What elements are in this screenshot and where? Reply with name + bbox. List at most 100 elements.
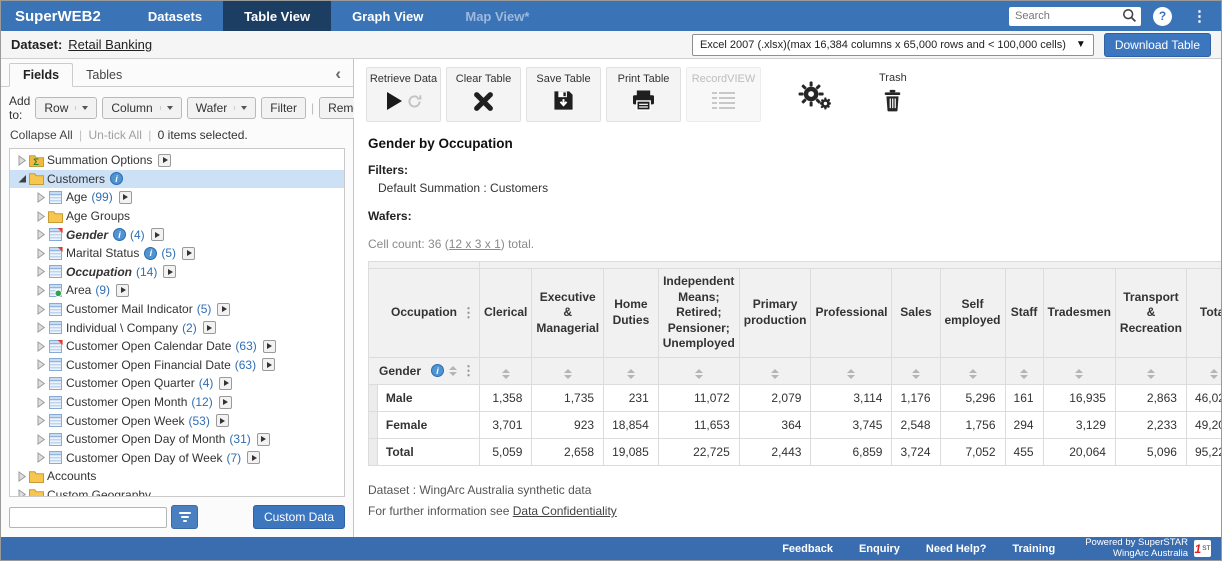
data-confidentiality-link[interactable]: Data Confidentiality xyxy=(513,504,617,518)
enquiry-link[interactable]: Enquiry xyxy=(859,543,900,555)
tree-item-customer-open-week[interactable]: Customer Open Week(53) xyxy=(10,411,344,430)
cell-count-link[interactable]: 12 x 3 x 1 xyxy=(449,237,501,251)
add-to-filter-button[interactable]: Filter xyxy=(261,97,306,119)
print-table-button[interactable]: Print Table xyxy=(606,67,681,122)
sort-icon[interactable] xyxy=(502,369,510,379)
drill-arrow-icon[interactable] xyxy=(262,358,275,371)
column-menu-icon[interactable]: ⋮ xyxy=(462,306,475,319)
sort-icon[interactable] xyxy=(564,369,572,379)
filter-fields-icon[interactable] xyxy=(171,505,198,529)
drill-arrow-icon[interactable] xyxy=(219,396,232,409)
drill-arrow-icon[interactable] xyxy=(119,191,132,204)
expand-caret-icon[interactable] xyxy=(34,378,47,389)
expand-caret-icon[interactable] xyxy=(34,359,47,370)
tree-item-customer-open-day-of-week[interactable]: Customer Open Day of Week(7) xyxy=(10,449,344,468)
expand-caret-icon[interactable] xyxy=(34,341,47,352)
chevron-down-icon[interactable] xyxy=(234,106,247,110)
tree-item-customer-open-financial-date[interactable]: Customer Open Financial Date(63) xyxy=(10,356,344,375)
expand-caret-icon[interactable] xyxy=(34,229,47,240)
col-header-total[interactable]: Total xyxy=(1186,269,1221,358)
tree-item-customer-open-month[interactable]: Customer Open Month(12) xyxy=(10,393,344,412)
sort-icon[interactable] xyxy=(1020,369,1028,379)
expand-caret-icon[interactable] xyxy=(34,211,47,222)
sort-icon[interactable] xyxy=(912,369,920,379)
chevron-down-icon[interactable] xyxy=(160,106,173,110)
tree-item-area[interactable]: Area(9) xyxy=(10,281,344,300)
tree-item-customer-open-calendar-date[interactable]: Customer Open Calendar Date(63) xyxy=(10,337,344,356)
training-link[interactable]: Training xyxy=(1012,543,1055,555)
tab-table-view[interactable]: Table View xyxy=(223,1,331,31)
dataset-name-link[interactable]: Retail Banking xyxy=(68,37,152,52)
drill-arrow-icon[interactable] xyxy=(158,154,171,167)
sort-icon[interactable] xyxy=(847,369,855,379)
expand-caret-icon[interactable] xyxy=(34,192,47,203)
col-header-sales[interactable]: Sales xyxy=(892,269,940,358)
info-icon[interactable]: i xyxy=(113,228,126,241)
drill-arrow-icon[interactable] xyxy=(219,377,232,390)
expand-caret-icon[interactable] xyxy=(34,434,47,445)
expand-caret-icon[interactable] xyxy=(15,489,28,497)
tab-graph-view[interactable]: Graph View xyxy=(331,1,444,31)
expand-caret-icon[interactable] xyxy=(34,285,47,296)
retrieve-data-button[interactable]: Retrieve Data xyxy=(366,67,441,122)
col-header-independent-means-retired-pensioner-unemployed[interactable]: Independent Means; Retired; Pensioner; U… xyxy=(658,269,739,358)
clear-table-button[interactable]: Clear Table xyxy=(446,67,521,122)
col-header-self-employed[interactable]: Self employed xyxy=(940,269,1005,358)
sort-icon[interactable] xyxy=(1210,369,1218,379)
tree-item-summation-options[interactable]: ΣSummation Options xyxy=(10,151,344,170)
col-header-professional[interactable]: Professional xyxy=(811,269,892,358)
tree-item-customers[interactable]: Customersi xyxy=(10,170,344,189)
tree-item-customer-open-day-of-month[interactable]: Customer Open Day of Month(31) xyxy=(10,430,344,449)
tab-tables[interactable]: Tables xyxy=(73,64,135,86)
expand-caret-icon[interactable] xyxy=(15,155,28,166)
drill-arrow-icon[interactable] xyxy=(151,228,164,241)
help-icon[interactable]: ? xyxy=(1153,7,1172,26)
sort-icon[interactable] xyxy=(771,369,779,379)
chevron-down-icon[interactable] xyxy=(75,106,88,110)
expand-caret-icon[interactable] xyxy=(34,248,47,259)
tree-item-customer-open-quarter[interactable]: Customer Open Quarter(4) xyxy=(10,374,344,393)
tree-item-gender[interactable]: Genderi(4) xyxy=(10,225,344,244)
sort-icon[interactable] xyxy=(1075,369,1083,379)
col-header-primary-production[interactable]: Primary production xyxy=(739,269,811,358)
drill-arrow-icon[interactable] xyxy=(217,303,230,316)
drill-arrow-icon[interactable] xyxy=(182,247,195,260)
feedback-link[interactable]: Feedback xyxy=(782,543,833,555)
field-filter-input[interactable] xyxy=(9,507,167,528)
col-header-tradesmen[interactable]: Tradesmen xyxy=(1043,269,1115,358)
collapse-caret-icon[interactable] xyxy=(15,173,28,184)
tree-item-accounts[interactable]: Accounts xyxy=(10,467,344,486)
sort-icon[interactable] xyxy=(627,369,635,379)
overflow-menu-icon[interactable]: ⋮ xyxy=(1186,7,1213,25)
col-header-home-duties[interactable]: Home Duties xyxy=(604,269,659,358)
tab-map-view[interactable]: Map View* xyxy=(444,1,550,31)
col-header-staff[interactable]: Staff xyxy=(1005,269,1043,358)
sort-icon[interactable] xyxy=(969,369,977,379)
col-header-clerical[interactable]: Clerical xyxy=(480,269,532,358)
drill-arrow-icon[interactable] xyxy=(163,265,176,278)
need-help-link[interactable]: Need Help? xyxy=(926,543,987,555)
collapse-all-link[interactable]: Collapse All xyxy=(10,128,73,142)
row-dimension-header[interactable]: Genderi⋮ xyxy=(369,357,480,384)
drill-arrow-icon[interactable] xyxy=(247,451,260,464)
drill-arrow-icon[interactable] xyxy=(203,321,216,334)
expand-caret-icon[interactable] xyxy=(34,415,47,426)
save-table-button[interactable]: Save Table xyxy=(526,67,601,122)
drill-arrow-icon[interactable] xyxy=(116,284,129,297)
tree-item-customer-mail-indicator[interactable]: Customer Mail Indicator(5) xyxy=(10,300,344,319)
expand-caret-icon[interactable] xyxy=(15,471,28,482)
add-to-column-button[interactable]: Column xyxy=(102,97,181,119)
tab-datasets[interactable]: Datasets xyxy=(127,1,223,31)
untick-all-link[interactable]: Un-tick All xyxy=(89,128,142,142)
table-options-gear-icon[interactable] xyxy=(798,67,832,116)
expand-caret-icon[interactable] xyxy=(34,322,47,333)
info-icon[interactable]: i xyxy=(431,364,444,377)
download-table-button[interactable]: Download Table xyxy=(1104,33,1211,57)
tree-item-marital-status[interactable]: Marital Statusi(5) xyxy=(10,244,344,263)
tree-item-individual-company[interactable]: Individual \ Company(2) xyxy=(10,318,344,337)
expand-caret-icon[interactable] xyxy=(34,397,47,408)
trash-button[interactable]: Trash xyxy=(879,67,907,117)
custom-data-button[interactable]: Custom Data xyxy=(253,505,345,529)
column-menu-icon[interactable]: ⋮ xyxy=(462,364,475,377)
col-header-executive-managerial[interactable]: Executive & Managerial xyxy=(532,269,604,358)
